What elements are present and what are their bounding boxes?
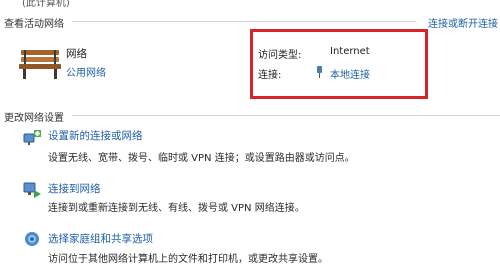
- task-description: 访问位于其他网络计算机上的文件和打印机，或更改共享设置。: [48, 254, 328, 265]
- connection-label: 连接:: [258, 70, 282, 81]
- highlight-box: [250, 29, 428, 99]
- connect-to-network-link[interactable]: 连接到网络: [48, 181, 101, 196]
- homegroup-icon: [25, 232, 39, 246]
- new-connection-icon: [23, 130, 41, 145]
- task-description: 设置无线、宽带、拨号、临时或 VPN 连接；或设置路由器或访问点。: [48, 153, 355, 164]
- access-type-label: 访问类型:: [258, 50, 302, 61]
- connect-disconnect-link[interactable]: 连接或断开连接: [428, 15, 498, 30]
- ethernet-icon: [317, 66, 322, 78]
- page-top-fragment: (此计算机): [22, 0, 70, 9]
- task-description: 连接到或重新连接到无线、有线、拨号或 VPN 网络连接。: [48, 203, 305, 214]
- connect-network-icon: [23, 182, 41, 198]
- network-name: 网络: [66, 48, 87, 60]
- setup-connection-link[interactable]: 设置新的连接或网络: [48, 128, 143, 143]
- access-type-value: Internet: [330, 46, 370, 57]
- section-divider: [72, 115, 500, 116]
- bench-network-icon: [19, 50, 61, 79]
- change-settings-header: 更改网络设置: [4, 113, 64, 124]
- active-networks-header: 查看活动网络: [4, 19, 64, 30]
- section-divider: [72, 21, 416, 22]
- network-type-link[interactable]: 公用网络: [66, 64, 106, 79]
- homegroup-sharing-link[interactable]: 选择家庭组和共享选项: [48, 231, 153, 246]
- local-connection-link[interactable]: 本地连接: [330, 66, 370, 81]
